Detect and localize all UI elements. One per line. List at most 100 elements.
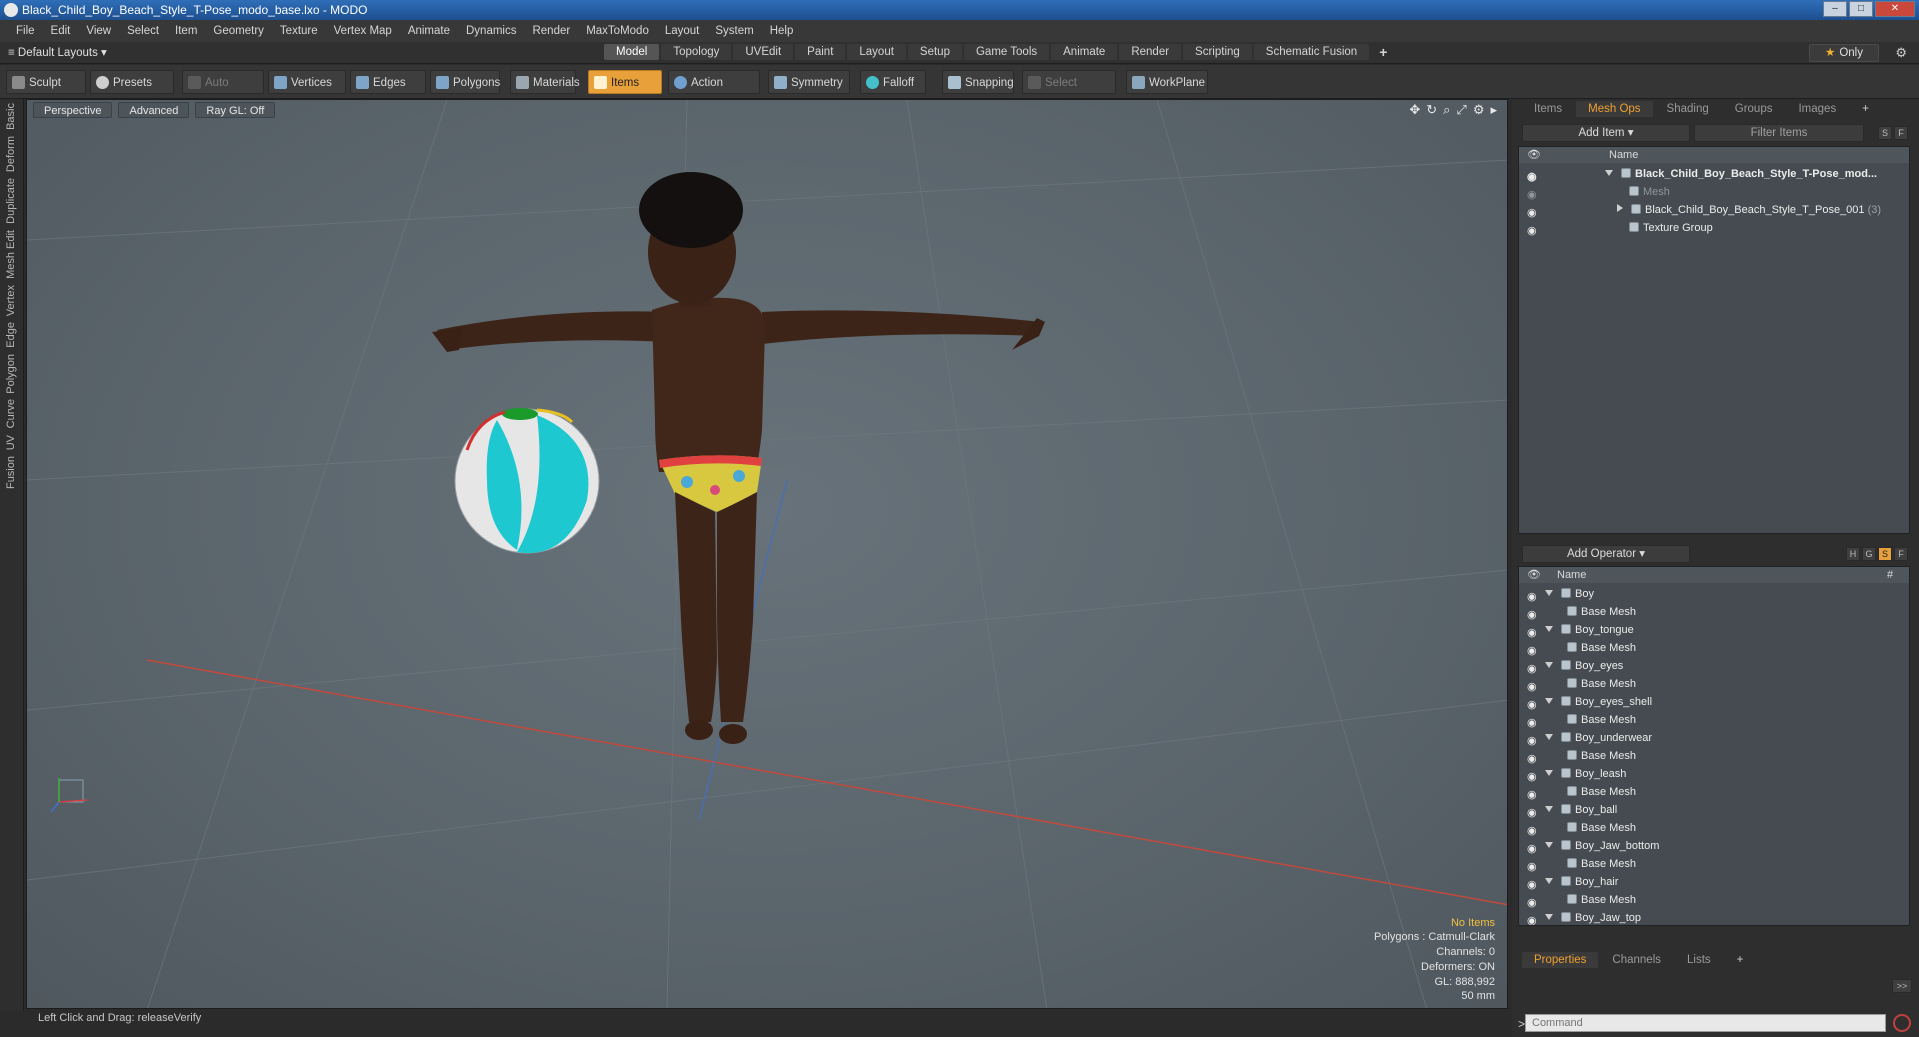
strip-tab-fusion[interactable]: Fusion <box>5 456 17 489</box>
eye-icon[interactable]: ◉ <box>1527 714 1537 729</box>
menu-geometry[interactable]: Geometry <box>205 25 272 37</box>
items-s-button[interactable]: S <box>1878 126 1892 140</box>
strip-tab-duplicate[interactable]: Duplicate <box>5 178 17 224</box>
rotate-icon[interactable]: ↻ <box>1426 102 1437 118</box>
items-button[interactable]: Items <box>588 70 662 94</box>
only-toggle[interactable]: ★ Only <box>1809 44 1879 62</box>
expand-icon[interactable] <box>1545 626 1553 632</box>
advanced-dropdown[interactable]: Advanced <box>118 102 190 118</box>
edges-button[interactable]: Edges 2 <box>350 70 426 113</box>
meshop-group-row[interactable]: ◉ Boy_tongue <box>1519 621 1909 639</box>
menu-select[interactable]: Select <box>119 25 167 37</box>
meshop-base-row[interactable]: ◉ Base Mesh <box>1519 783 1909 801</box>
default-layouts-dropdown[interactable]: ≡ Default Layouts ▾ <box>8 45 107 59</box>
expand-icon[interactable] <box>1545 842 1553 848</box>
vertices-button[interactable]: Vertices 1 <box>268 70 346 113</box>
meshop-base-row[interactable]: ◉ Base Mesh <box>1519 819 1909 837</box>
add-item-button[interactable]: Add Item ▾ <box>1522 124 1690 142</box>
meshop-base-row[interactable]: ◉ Base Mesh <box>1519 747 1909 765</box>
beach-ball[interactable] <box>454 408 600 554</box>
tab-lists[interactable]: Lists <box>1675 952 1723 968</box>
raygl-toggle[interactable]: Ray GL: Off <box>195 102 276 118</box>
expand-icon[interactable] <box>1545 770 1553 776</box>
meshop-base-row[interactable]: ◉ Base Mesh <box>1519 855 1909 873</box>
menu-help[interactable]: Help <box>762 25 802 37</box>
strip-tab-uv[interactable]: UV <box>5 435 17 450</box>
zoom-icon[interactable]: ⌕ <box>1443 102 1450 118</box>
meshop-base-row[interactable]: ◉ Base Mesh <box>1519 603 1909 621</box>
tab-setup[interactable]: Setup <box>907 44 962 60</box>
viewport-expand-icon[interactable]: ▸ <box>1490 102 1497 118</box>
perspective-dropdown[interactable]: Perspective <box>33 102 113 118</box>
items-f-button[interactable]: F <box>1894 126 1908 140</box>
eye-icon[interactable]: ◉ <box>1527 696 1537 711</box>
strip-tab-basic[interactable]: Basic <box>5 103 17 130</box>
menu-layout[interactable]: Layout <box>657 25 708 37</box>
menu-dynamics[interactable]: Dynamics <box>458 25 524 37</box>
meshop-group-row[interactable]: ◉ Boy_hair <box>1519 873 1909 891</box>
flag-f-button[interactable]: F <box>1894 547 1908 561</box>
menu-view[interactable]: View <box>78 25 119 37</box>
presets-button[interactable]: Presets F6 <box>90 70 174 113</box>
viewport-gear-icon[interactable]: ⚙ <box>1473 102 1485 118</box>
tab-groups[interactable]: Groups <box>1723 101 1785 117</box>
meshop-group-row[interactable]: ◉ Boy_Jaw_top <box>1519 909 1909 925</box>
action-center-button[interactable]: Action Center <box>668 70 760 113</box>
flag-s-button[interactable]: S <box>1878 547 1892 561</box>
expand-properties-button[interactable]: >> <box>1892 979 1912 993</box>
expand-icon[interactable] <box>1617 204 1623 212</box>
eye-icon[interactable]: ◉ <box>1527 732 1537 747</box>
eye-icon[interactable]: ◉ <box>1527 186 1537 201</box>
command-input[interactable] <box>1525 1014 1886 1032</box>
polygons-button[interactable]: Polygons <box>430 70 500 94</box>
add-panel-tab-button[interactable]: + <box>1850 101 1881 117</box>
meshop-group-row[interactable]: ◉ Boy_Jaw_bottom <box>1519 837 1909 855</box>
filter-items-field[interactable]: Filter Items <box>1694 124 1864 142</box>
eye-icon[interactable]: ◉ <box>1527 678 1537 693</box>
strip-tab-curve[interactable]: Curve <box>5 399 17 428</box>
select-through-button[interactable]: Select Through <box>1022 70 1116 113</box>
menu-maxtomodo[interactable]: MaxToModo <box>578 25 657 37</box>
menu-render[interactable]: Render <box>524 25 578 37</box>
meshop-group-row[interactable]: ◉ Boy <box>1519 585 1909 603</box>
menu-animate[interactable]: Animate <box>400 25 458 37</box>
flag-g-button[interactable]: G <box>1862 547 1876 561</box>
tab-mesh-ops[interactable]: Mesh Ops <box>1576 101 1653 117</box>
record-icon[interactable] <box>1893 1014 1911 1032</box>
symmetry-button[interactable]: Symmetry <box>768 70 850 94</box>
menu-item[interactable]: Item <box>167 25 205 37</box>
add-properties-tab-button[interactable]: + <box>1725 952 1756 968</box>
meshop-group-row[interactable]: ◉ Boy_eyes_shell <box>1519 693 1909 711</box>
eye-icon[interactable]: ◉ <box>1527 804 1537 819</box>
strip-tab-vertex[interactable]: Vertex <box>5 285 17 316</box>
eye-icon[interactable]: ◉ <box>1527 894 1537 909</box>
tab-model[interactable]: Model <box>604 44 660 60</box>
close-button[interactable]: ✕ <box>1875 1 1915 17</box>
tab-render[interactable]: Render <box>1119 44 1182 60</box>
3d-viewport[interactable]: Perspective Advanced Ray GL: Off ✥ ↻ ⌕ ⤢… <box>26 99 1508 1009</box>
eye-icon[interactable]: ◉ <box>1527 750 1537 765</box>
strip-tab-deform[interactable]: Deform <box>5 136 17 172</box>
meshop-base-row[interactable]: ◉ Base Mesh <box>1519 891 1909 909</box>
tab-paint[interactable]: Paint <box>795 44 846 60</box>
tab-game-tools[interactable]: Game Tools <box>963 44 1050 60</box>
tab-shading[interactable]: Shading <box>1655 101 1721 117</box>
materials-button[interactable]: Materials <box>510 70 580 94</box>
expand-icon[interactable] <box>1545 878 1553 884</box>
meshop-group-row[interactable]: ◉ Boy_underwear <box>1519 729 1909 747</box>
tree-row-scene[interactable]: ◉ Black_Child_Boy_Beach_Style_T-Pose_mod… <box>1519 165 1909 183</box>
eye-icon[interactable]: ◉ <box>1527 624 1537 639</box>
eye-icon[interactable]: ◉ <box>1527 876 1537 891</box>
eye-icon[interactable]: ◉ <box>1527 660 1537 675</box>
eye-icon[interactable]: ◉ <box>1527 168 1537 183</box>
strip-tab-edge[interactable]: Edge <box>5 322 17 348</box>
gear-icon[interactable]: ⚙ <box>1895 45 1907 61</box>
eye-icon[interactable]: ◉ <box>1527 222 1537 237</box>
eye-icon[interactable]: ◉ <box>1527 768 1537 783</box>
eye-icon[interactable]: ◉ <box>1527 912 1537 925</box>
eye-icon[interactable]: ◉ <box>1527 840 1537 855</box>
tab-items[interactable]: Items <box>1522 101 1574 117</box>
eye-icon[interactable]: ◉ <box>1527 606 1537 621</box>
auto-select-button[interactable]: Auto Select <box>182 70 264 113</box>
eye-icon[interactable]: ◉ <box>1527 588 1537 603</box>
